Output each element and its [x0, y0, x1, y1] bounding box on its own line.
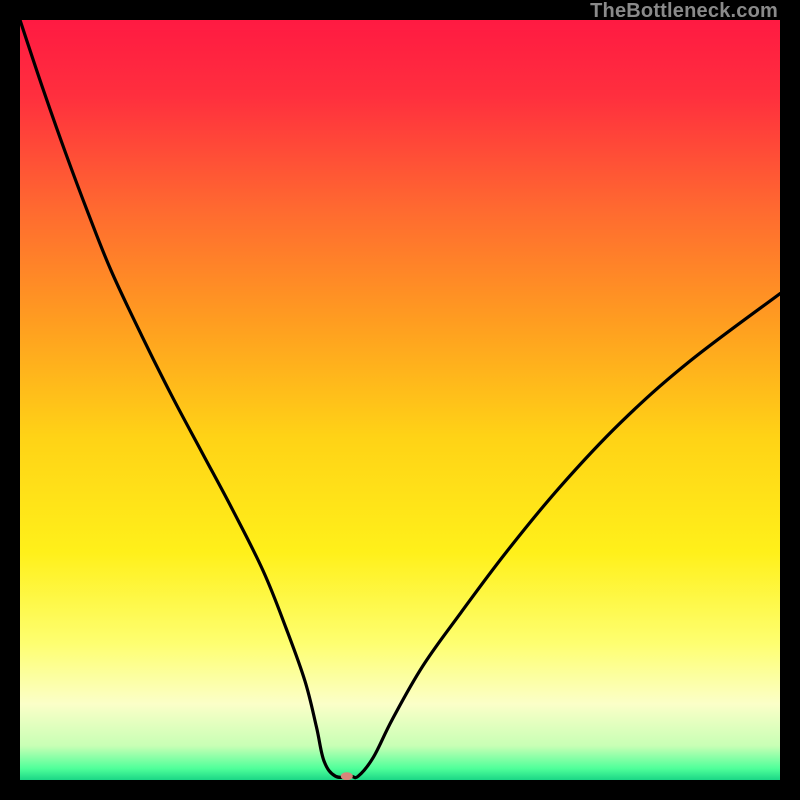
chart-frame: TheBottleneck.com [0, 0, 800, 800]
gradient-background [20, 20, 780, 780]
chart-svg [20, 20, 780, 780]
minimum-marker [341, 772, 353, 780]
plot-area [20, 20, 780, 780]
